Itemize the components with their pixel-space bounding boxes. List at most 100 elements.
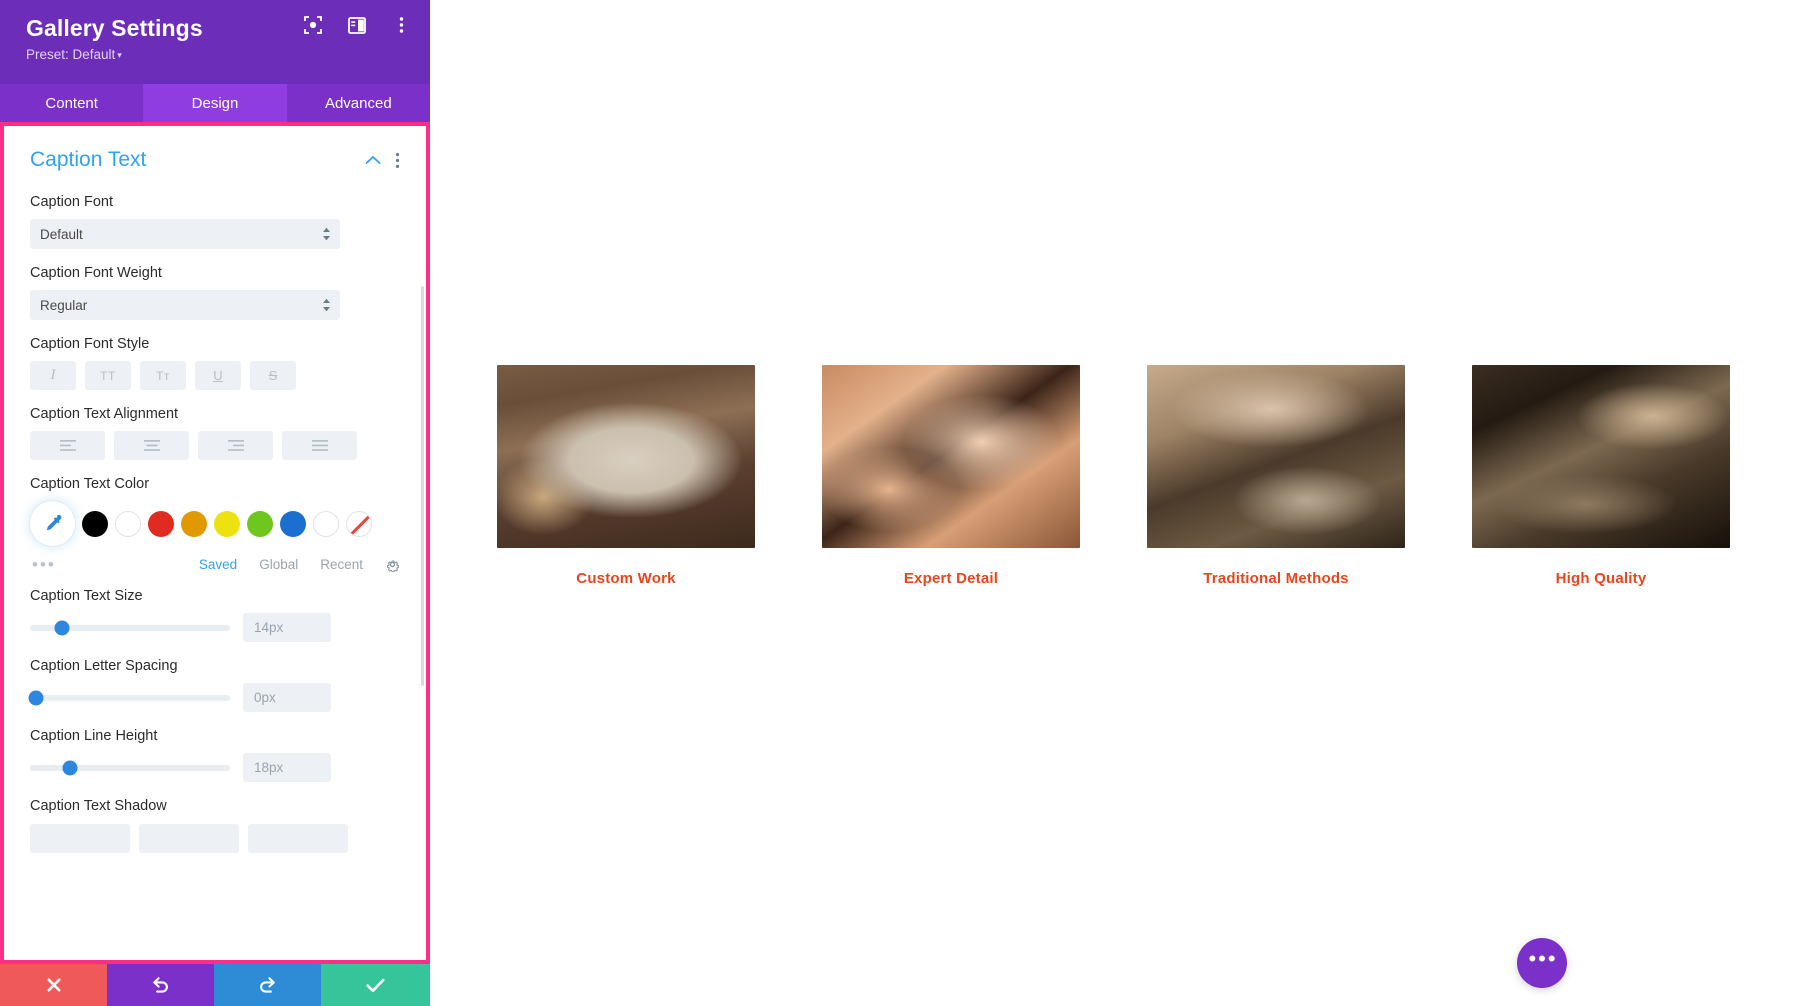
caption-text-size-slider[interactable] <box>30 620 230 635</box>
swatch-red[interactable] <box>148 510 174 537</box>
color-tab-global[interactable]: Global <box>259 557 298 572</box>
undo-icon <box>153 977 168 993</box>
gallery-caption: Custom Work <box>576 570 676 587</box>
panel-header-icons <box>302 14 412 36</box>
align-left-icon <box>59 440 76 451</box>
slider-knob[interactable] <box>54 620 70 635</box>
caption-text-size-value[interactable]: 14px <box>243 613 331 642</box>
focus-icon[interactable] <box>302 14 324 36</box>
small-caps-button[interactable]: Tᴛ <box>140 361 186 390</box>
caption-line-height-value[interactable]: 18px <box>243 753 331 782</box>
check-icon <box>366 978 385 992</box>
preset-selector[interactable]: Preset: Default ▾ <box>26 47 408 64</box>
chevron-up-icon[interactable] <box>365 155 381 165</box>
swatch-blue[interactable] <box>280 510 306 537</box>
caption-letter-spacing-value[interactable]: 0px <box>243 683 331 712</box>
close-icon <box>47 978 60 992</box>
caption-font-select[interactable]: Default <box>30 219 340 249</box>
swatch-green[interactable] <box>247 510 273 537</box>
field-caption-font-weight: Caption Font Weight Regular <box>4 265 426 320</box>
panel-layout-icon[interactable] <box>346 14 368 36</box>
app-root: Gallery Settings Preset: Default ▾ Conte… <box>0 0 1800 1006</box>
caption-font-weight-select[interactable]: Regular <box>30 290 340 320</box>
field-caption-letter-spacing: Caption Letter Spacing 0px <box>4 658 426 712</box>
caption-line-height-row: 18px <box>30 753 400 782</box>
select-arrows-icon <box>322 227 331 241</box>
select-arrows-icon <box>322 298 331 312</box>
field-caption-font: Caption Font Default <box>4 194 426 249</box>
uppercase-button[interactable]: TT <box>85 361 131 390</box>
field-caption-text-size: Caption Text Size 14px <box>4 588 426 642</box>
gallery-item[interactable]: Expert Detail <box>822 365 1080 587</box>
field-caption-font-style: Caption Font Style I TT Tᴛ U S <box>4 336 426 390</box>
text-shadow-preset-3[interactable] <box>248 824 348 853</box>
caption-text-alignment-label: Caption Text Alignment <box>30 406 179 422</box>
swatch-black[interactable] <box>82 510 108 537</box>
gallery-module: Custom Work Expert Detail Traditional Me… <box>497 365 1737 587</box>
align-center-button[interactable] <box>114 431 189 460</box>
caption-font-style-label: Caption Font Style <box>30 336 150 352</box>
more-colors-icon[interactable]: ••• <box>32 556 56 573</box>
undo-button[interactable] <box>107 964 214 1006</box>
slider-knob[interactable] <box>28 690 44 705</box>
panel-tabs: Content Design Advanced <box>0 84 430 122</box>
color-tab-recent[interactable]: Recent <box>320 557 363 572</box>
uppercase-icon: TT <box>100 368 116 383</box>
align-center-icon <box>143 440 160 451</box>
caption-text-section-header: Caption Text <box>4 126 426 178</box>
panel-header: Gallery Settings Preset: Default ▾ <box>0 0 430 84</box>
underline-button[interactable]: U <box>195 361 241 390</box>
save-button[interactable] <box>321 964 430 1006</box>
caption-text-shadow-label: Caption Text Shadow <box>30 798 167 814</box>
redo-icon <box>260 977 275 993</box>
color-tab-saved[interactable]: Saved <box>199 557 237 572</box>
caption-letter-spacing-slider[interactable] <box>28 690 230 705</box>
page-canvas: Custom Work Expert Detail Traditional Me… <box>430 0 1800 1006</box>
gallery-item[interactable]: Custom Work <box>497 365 755 587</box>
gallery-caption: High Quality <box>1555 570 1647 587</box>
caption-font-value: Default <box>40 226 83 242</box>
eyedropper-button[interactable] <box>30 501 75 546</box>
caption-text-size-row: 14px <box>30 613 400 642</box>
alignment-button-row <box>30 431 400 460</box>
more-vertical-icon[interactable] <box>390 14 412 36</box>
gallery-caption: Expert Detail <box>903 570 999 587</box>
page-settings-fab[interactable]: ••• <box>1517 938 1567 988</box>
section-more-vertical-icon[interactable] <box>395 152 400 169</box>
swatch-no-color[interactable] <box>346 510 372 537</box>
swatch-orange[interactable] <box>181 510 207 537</box>
slider-knob[interactable] <box>62 760 78 775</box>
caption-font-label: Caption Font <box>30 194 114 210</box>
preset-label: Preset: Default <box>26 47 116 62</box>
align-left-button[interactable] <box>30 431 105 460</box>
text-shadow-preset-2[interactable] <box>139 824 239 853</box>
redo-button[interactable] <box>214 964 321 1006</box>
tab-advanced[interactable]: Advanced <box>286 84 430 122</box>
text-shadow-preset-1[interactable] <box>30 824 130 853</box>
swatch-yellow[interactable] <box>214 510 240 537</box>
tab-content[interactable]: Content <box>0 84 144 122</box>
panel-scrollbar[interactable] <box>421 286 424 686</box>
design-tab-panel: Caption Text Caption Font Default Captio… <box>0 122 430 964</box>
caption-text-color-label: Caption Text Color <box>30 476 150 492</box>
italic-button[interactable]: I <box>30 361 76 390</box>
italic-icon: I <box>50 367 56 383</box>
gallery-image[interactable] <box>822 365 1080 548</box>
swatch-white[interactable] <box>115 510 141 537</box>
caption-line-height-slider[interactable] <box>30 760 230 775</box>
strikethrough-button[interactable]: S <box>250 361 296 390</box>
gallery-image[interactable] <box>497 365 755 548</box>
gallery-image[interactable] <box>1472 365 1730 548</box>
gallery-item[interactable]: High Quality <box>1472 365 1730 587</box>
gallery-item[interactable]: Traditional Methods <box>1147 365 1405 587</box>
cancel-button[interactable] <box>0 964 107 1006</box>
align-right-button[interactable] <box>198 431 273 460</box>
text-shadow-presets <box>30 824 400 853</box>
gallery-image[interactable] <box>1147 365 1405 548</box>
align-right-icon <box>227 440 244 451</box>
tab-design[interactable]: Design <box>143 84 287 122</box>
swatch-white-outline[interactable] <box>313 510 339 537</box>
align-justify-button[interactable] <box>282 431 357 460</box>
caption-text-size-label: Caption Text Size <box>30 588 143 604</box>
gear-icon[interactable] <box>385 557 400 572</box>
